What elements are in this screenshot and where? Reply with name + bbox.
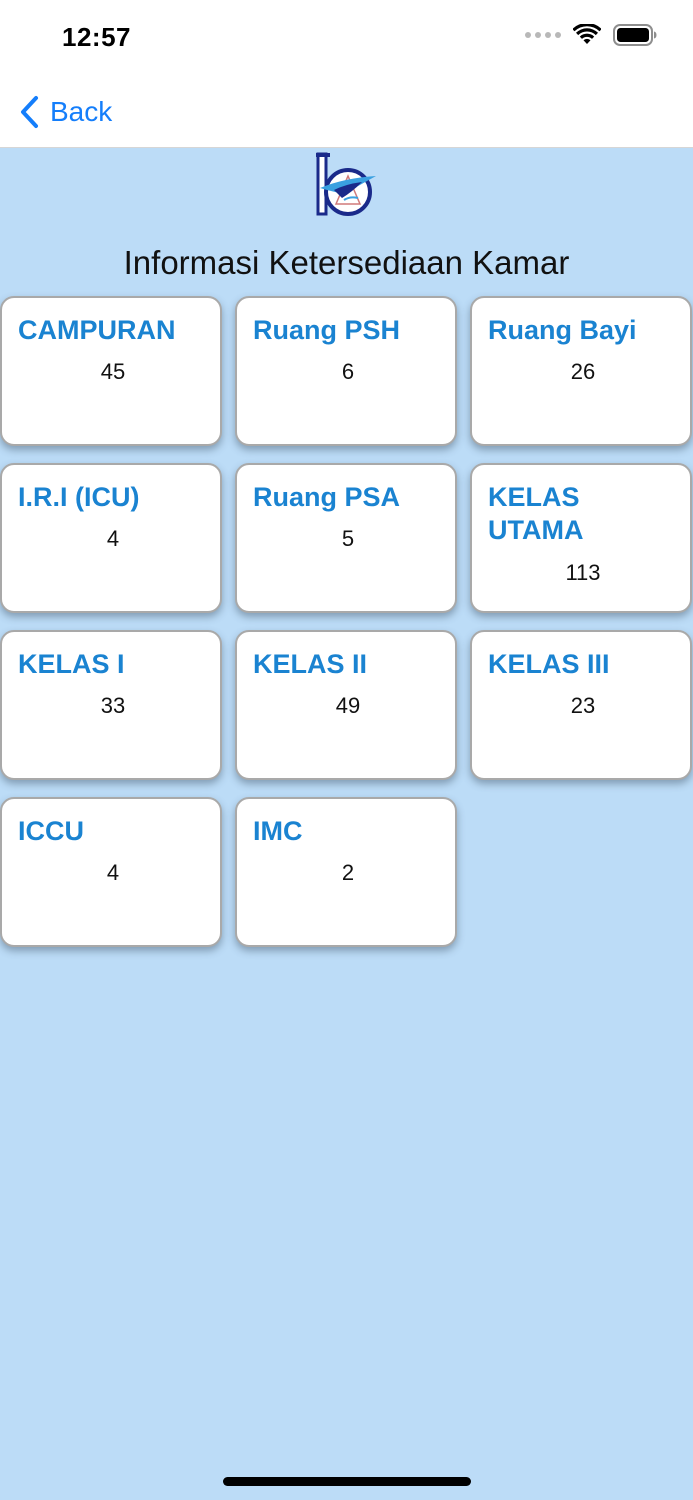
room-name: KELAS III [488,649,610,679]
status-bar: 12:57 [0,0,693,76]
room-count: 2 [341,860,355,885]
room-card[interactable]: IMC 2 [235,797,457,947]
status-time: 12:57 [62,22,131,52]
hospital-logo [316,152,376,216]
cellular-signal-icon [525,32,561,38]
room-card[interactable]: Ruang Bayi 26 [470,296,692,446]
room-count: 113 [565,560,601,585]
screen: 12:57 Back Informasi Ketersediaan Kamar … [0,0,693,1500]
room-card[interactable]: KELAS UTAMA 113 [470,463,692,613]
page-title: Informasi Ketersediaan Kamar [123,244,570,281]
wifi-icon [573,24,601,44]
room-card[interactable]: Ruang PSA 5 [235,463,457,613]
room-card[interactable]: ICCU 4 [0,797,222,947]
room-card[interactable]: KELAS III 23 [470,630,692,780]
navigation-bar: Back [0,76,693,148]
room-count: 26 [570,359,596,384]
back-label: Back [50,96,113,127]
room-name: KELAS II [253,649,368,679]
home-indicator[interactable] [223,1477,471,1486]
room-count: 33 [100,693,126,718]
room-count: 6 [341,359,355,384]
room-card[interactable]: Ruang PSH 6 [235,296,457,446]
room-card[interactable]: KELAS I 33 [0,630,222,780]
back-button[interactable]: Back [18,92,112,132]
room-card[interactable]: I.R.I (ICU) 4 [0,463,222,613]
room-name: CAMPURAN [18,315,176,345]
room-count: 5 [341,526,355,551]
room-card[interactable]: KELAS II 49 [235,630,457,780]
room-name: Ruang PSH [253,315,401,345]
room-count: 4 [106,860,120,885]
room-name: I.R.I (ICU) [18,482,140,512]
room-name: Ruang Bayi [488,315,637,345]
room-name: KELAS I [18,649,125,679]
room-name: Ruang PSA [253,482,401,512]
room-count: 4 [106,526,120,551]
chevron-left-icon [21,96,38,128]
room-name: ICCU [18,816,84,846]
room-count: 45 [100,359,126,384]
battery-icon [613,24,657,46]
room-name: KELAS UTAMA [488,482,584,545]
status-icons [525,24,657,46]
room-count: 49 [335,693,361,718]
room-count: 23 [570,693,596,718]
room-card[interactable]: CAMPURAN 45 [0,296,222,446]
room-name: IMC [253,816,303,846]
